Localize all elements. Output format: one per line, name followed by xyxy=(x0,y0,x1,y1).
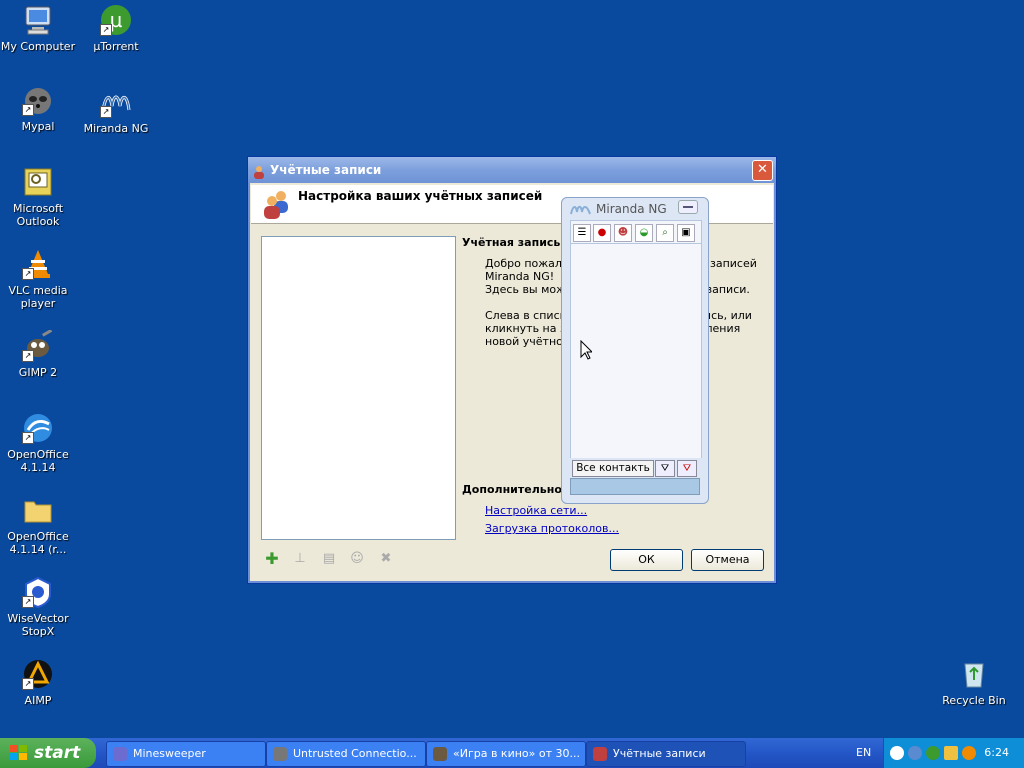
mypal-icon xyxy=(273,747,287,761)
online-status-icon[interactable]: ◒ xyxy=(635,224,653,242)
system-tray: 6:24 xyxy=(883,738,1024,768)
task-game-in-cinema[interactable]: «Игра в кино» от 30... xyxy=(426,741,586,767)
miranda-icon: ↗ xyxy=(100,86,132,118)
options-icon[interactable]: ▣ xyxy=(677,224,695,242)
mypal-icon: ↗ xyxy=(22,84,54,116)
tray-network-icon[interactable] xyxy=(944,746,958,760)
task-label: Untrusted Connectio... xyxy=(293,747,417,760)
desktop-icon-label: WiseVector StopX xyxy=(7,612,69,638)
desktop-icon-outlook[interactable]: Microsoft Outlook xyxy=(0,166,76,228)
desktop-icon-label: Microsoft Outlook xyxy=(12,202,64,228)
cancel-button[interactable]: Отмена xyxy=(691,549,764,571)
desktop-icon-label: µTorrent xyxy=(93,40,139,53)
tray-miranda-icon[interactable] xyxy=(908,746,922,760)
clock[interactable]: 6:24 xyxy=(984,738,1009,768)
start-button[interactable]: start xyxy=(0,738,96,768)
desktop-icon-label: Miranda NG xyxy=(83,122,149,135)
my-computer-icon xyxy=(22,4,54,36)
task-minesweeper[interactable]: Minesweeper xyxy=(106,741,266,767)
dialog-titlebar[interactable]: Учётные записи ✕ xyxy=(248,157,776,183)
start-label: start xyxy=(34,743,81,763)
desktop-icon-my-computer[interactable]: My Computer xyxy=(0,4,76,53)
clear-filter-icon[interactable]: ⛛ xyxy=(677,460,697,477)
users-icon xyxy=(252,162,266,179)
miranda-toolbar: ☰ ● ☻ ◒ ⌕ ▣ xyxy=(570,220,702,244)
desktop-icon-utorrent[interactable]: µ ↗ µTorrent xyxy=(78,4,154,53)
task-label: «Игра в кино» от 30... xyxy=(453,747,580,760)
desktop-icon-label: VLC media player xyxy=(8,284,68,310)
taskbar: start Minesweeper Untrusted Connectio...… xyxy=(0,738,1024,768)
outlook-icon xyxy=(22,166,54,198)
close-button[interactable]: ✕ xyxy=(752,160,773,181)
account-section-label: Учётная запись: xyxy=(462,236,565,249)
accounts-header-icon xyxy=(261,189,293,219)
recycle-bin-icon xyxy=(958,658,990,690)
ok-button[interactable]: ОК xyxy=(610,549,683,571)
dialog-title: Учётные записи xyxy=(270,163,382,177)
desktop-icon-miranda[interactable]: ↗ Miranda NG xyxy=(78,86,154,135)
dialog-header-title: Настройка ваших учётных записей xyxy=(298,189,543,203)
account-list[interactable] xyxy=(261,236,456,540)
contact-filter-select[interactable]: Все контакть xyxy=(572,460,654,477)
desktop-icon-label: Mypal xyxy=(21,120,55,133)
vlc-icon: ↗ xyxy=(22,248,54,280)
edit-account-icon[interactable]: ▤ xyxy=(322,552,336,566)
find-contact-icon[interactable]: ⌕ xyxy=(656,224,674,242)
close-icon: ✕ xyxy=(757,162,768,177)
mouse-cursor-icon xyxy=(580,340,592,360)
desktop-icon-gimp[interactable]: ↗ GIMP 2 xyxy=(0,329,76,379)
desktop-icon-vlc[interactable]: ↗ VLC media player xyxy=(0,248,76,310)
traffic-light-icon[interactable]: ● xyxy=(593,224,611,242)
network-settings-link[interactable]: Настройка сети... xyxy=(485,504,587,517)
users-icon xyxy=(593,747,607,761)
help-text-fragment: вления xyxy=(699,322,741,335)
windows-flag-icon xyxy=(10,745,27,760)
utorrent-icon: µ ↗ xyxy=(100,4,132,36)
desktop-icon-openoffice-folder[interactable]: OpenOffice 4.1.14 (r... xyxy=(0,494,76,556)
desktop-icon-openoffice[interactable]: ↗ OpenOffice 4.1.14 xyxy=(0,412,76,474)
desktop-icon-label: GIMP 2 xyxy=(18,366,58,379)
menu-icon[interactable]: ☰ xyxy=(573,224,591,242)
desktop-icon-recycle-bin[interactable]: Recycle Bin xyxy=(936,658,1012,707)
filter-icon[interactable]: ⛛ xyxy=(655,460,675,477)
language-indicator[interactable]: EN xyxy=(856,738,871,768)
wisevector-icon: ↗ xyxy=(22,576,54,609)
folder-icon xyxy=(22,494,54,526)
account-options-icon[interactable]: ☺ xyxy=(350,552,364,566)
status-user-icon[interactable]: ☻ xyxy=(614,224,632,242)
miranda-status-bar[interactable] xyxy=(570,478,700,495)
desktop-icon-label: OpenOffice 4.1.14 xyxy=(7,448,69,474)
minimize-icon xyxy=(683,206,693,208)
openoffice-icon: ↗ xyxy=(22,412,54,444)
miranda-title: Miranda NG xyxy=(596,202,667,216)
gimp-icon: ↗ xyxy=(22,329,54,362)
load-protocols-link[interactable]: Загрузка протоколов... xyxy=(485,522,619,535)
desktop-icon-mypal[interactable]: ↗ Mypal xyxy=(0,84,76,133)
desktop-icon-label: OpenOffice 4.1.14 (r... xyxy=(7,530,69,556)
minesweeper-icon xyxy=(113,747,127,761)
desktop-icon-label: My Computer xyxy=(0,40,76,53)
add-account-icon[interactable]: ✚ xyxy=(265,551,279,567)
task-label: Minesweeper xyxy=(133,747,206,760)
desktop-icon-wisevector[interactable]: ↗ WiseVector StopX xyxy=(0,576,76,638)
tray-utorrent-icon[interactable] xyxy=(926,746,940,760)
gimp-icon xyxy=(433,747,447,761)
welcome-text-fragment: записей xyxy=(710,257,757,270)
delete-account-icon[interactable]: ✖ xyxy=(379,552,393,566)
tray-search-icon[interactable] xyxy=(962,746,976,760)
desktop-icon-label: Recycle Bin xyxy=(942,694,1006,707)
minimize-button[interactable] xyxy=(678,200,698,214)
additional-section-label: Дополнительно: xyxy=(462,483,567,496)
tray-arrow-icon[interactable] xyxy=(890,746,904,760)
task-untrusted-connection[interactable]: Untrusted Connectio... xyxy=(266,741,426,767)
task-label: Учётные записи xyxy=(613,747,706,760)
rename-account-icon[interactable]: ⊥ xyxy=(293,552,307,566)
miranda-logo-icon xyxy=(570,203,592,215)
aimp-icon: ↗ xyxy=(22,658,54,690)
desktop-icon-aimp[interactable]: ↗ AIMP xyxy=(0,658,76,707)
task-accounts[interactable]: Учётные записи xyxy=(586,741,746,767)
desktop-icon-label: AIMP xyxy=(24,694,52,707)
